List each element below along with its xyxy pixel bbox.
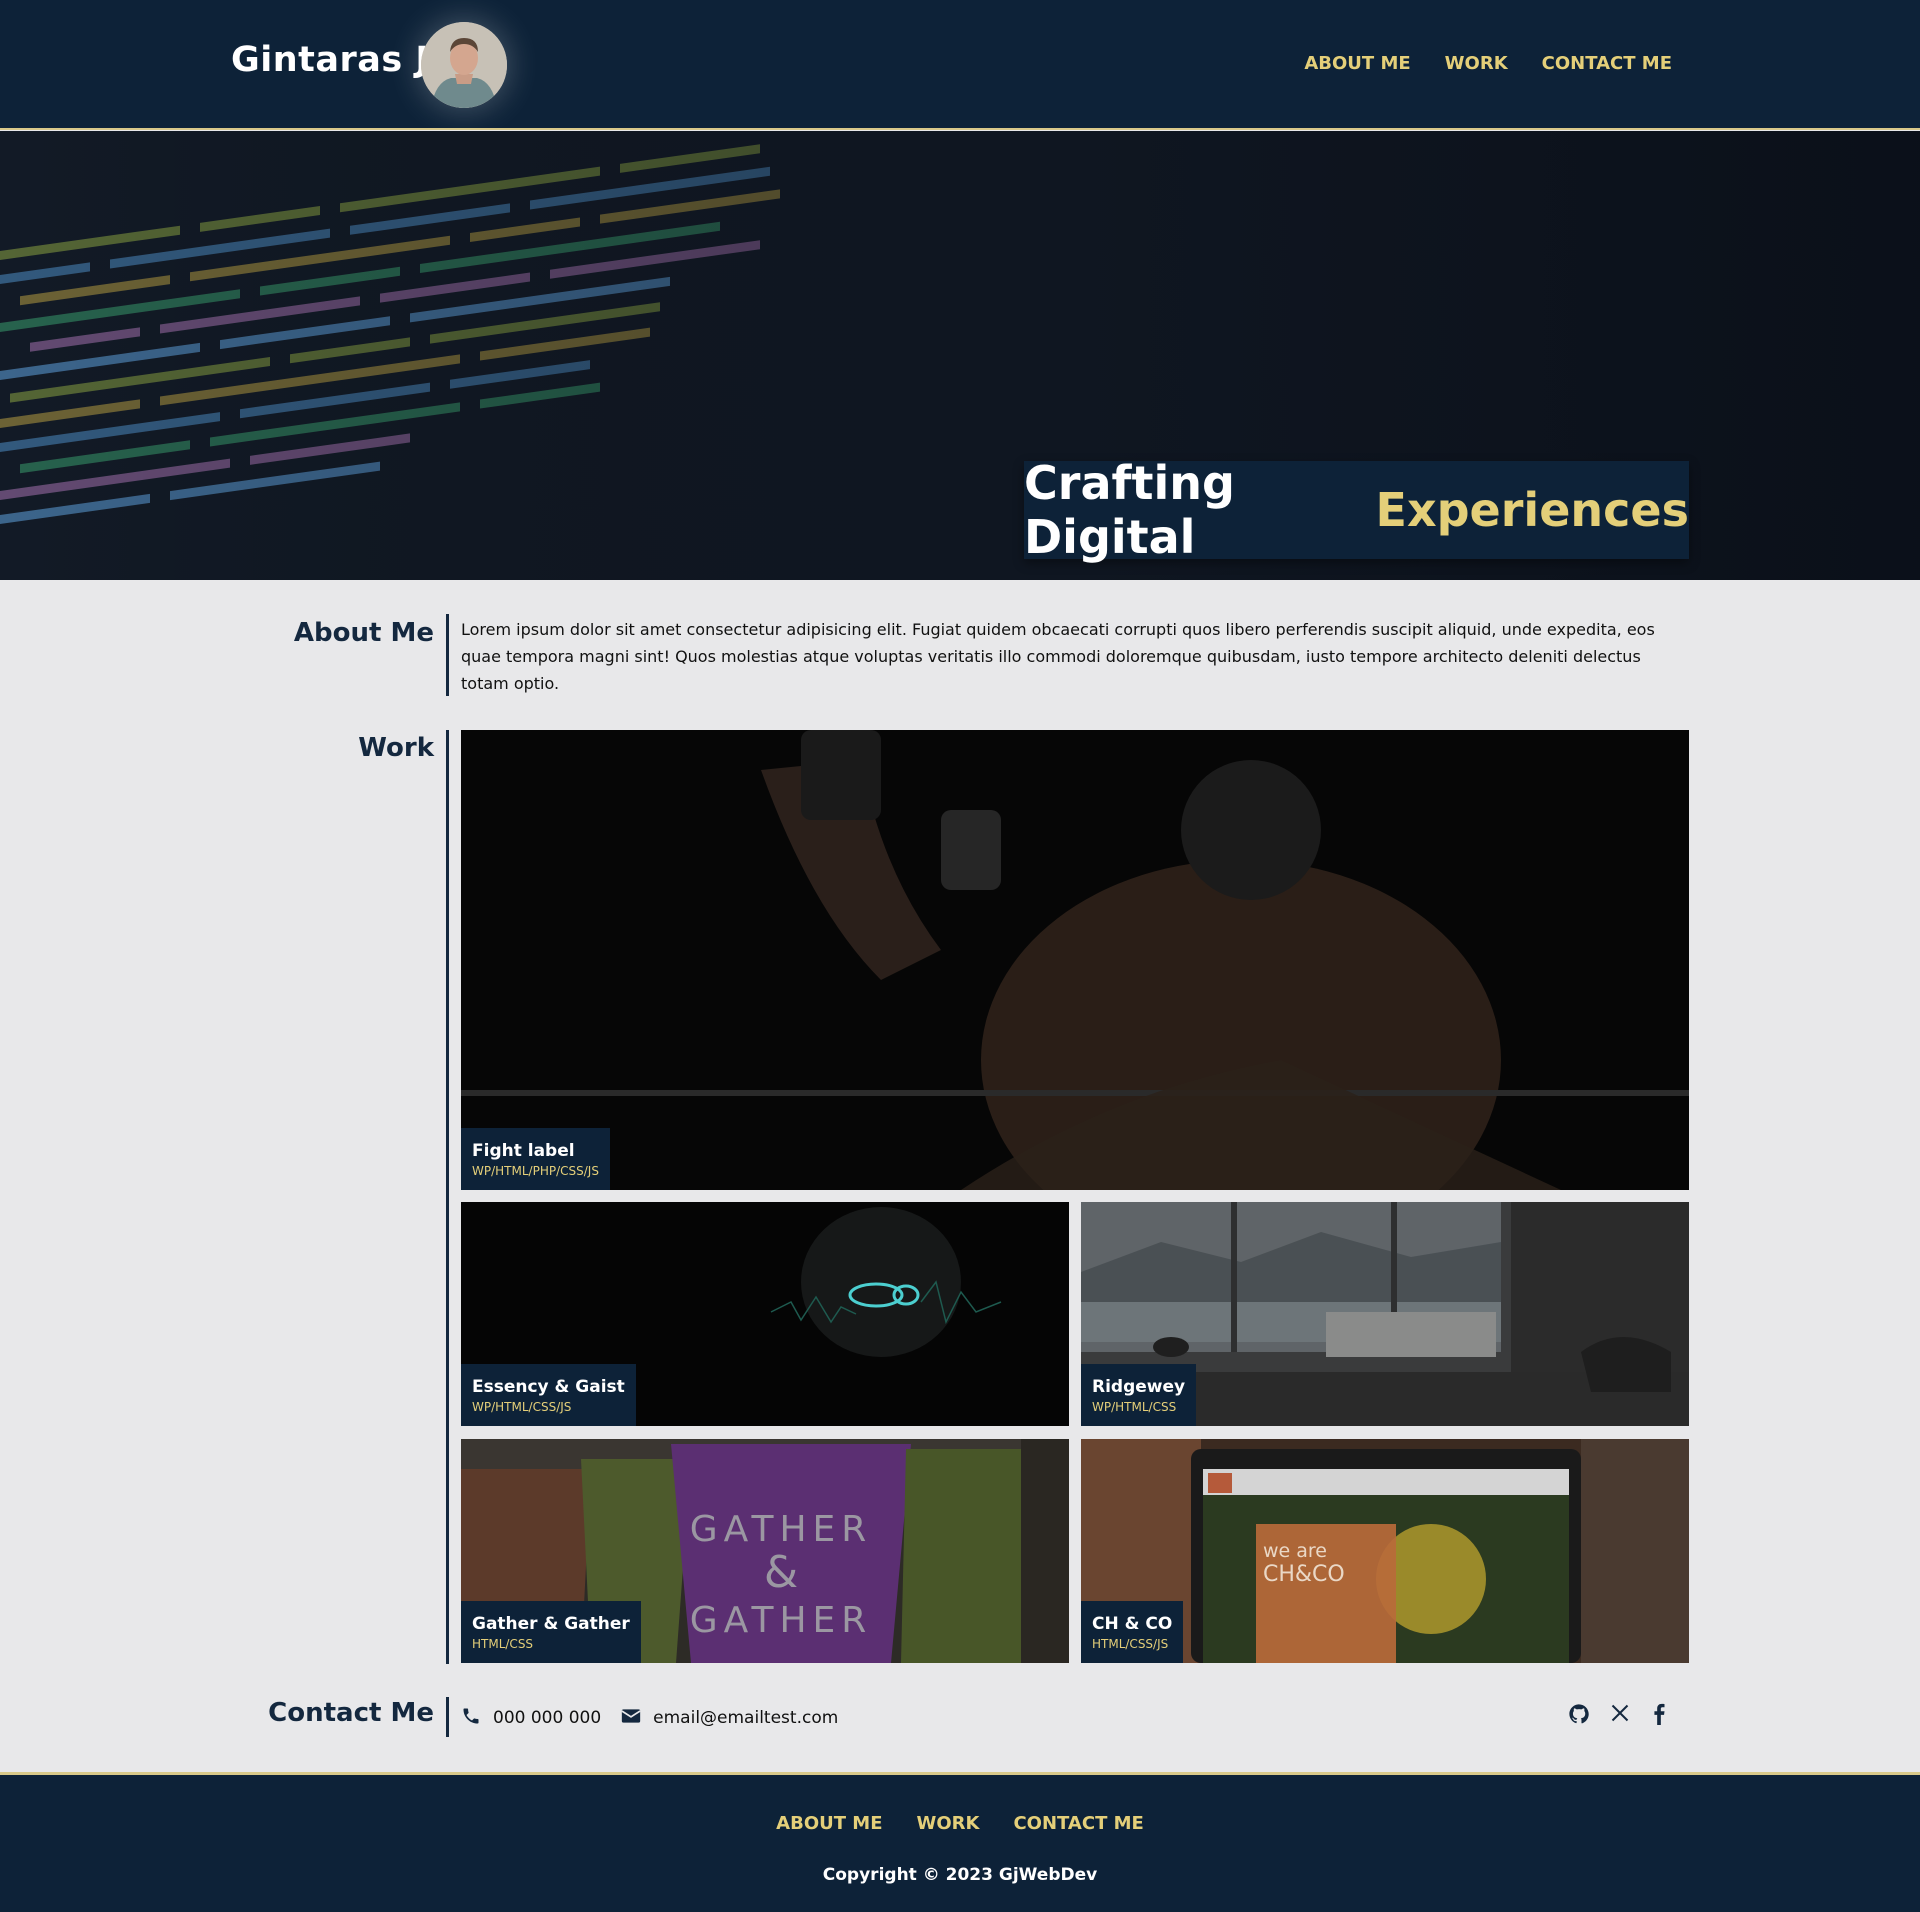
- gather-artwork-line-1: GATHER: [690, 1509, 873, 1550]
- footer-nav: ABOUT ME WORK CONTACT ME: [0, 1813, 1920, 1834]
- nav-contact-me[interactable]: CONTACT ME: [1542, 53, 1672, 74]
- contact-details: 000 000 000 email@emailtest.com: [461, 1700, 846, 1736]
- project-label: CH & CO HTML/CSS/JS: [1081, 1601, 1184, 1663]
- ch-co-artwork-tagline: we are: [1263, 1540, 1327, 1562]
- project-tech: HTML/CSS: [472, 1637, 534, 1651]
- work-divider: [446, 730, 449, 1664]
- project-name: CH & CO: [1092, 1614, 1173, 1634]
- github-icon[interactable]: [1568, 1703, 1592, 1727]
- project-tech: WP/HTML/CSS: [1092, 1400, 1177, 1414]
- project-tech: HTML/CSS/JS: [1092, 1637, 1169, 1651]
- email-address: email@emailtest.com: [653, 1708, 839, 1728]
- site-header: Gintaras J ABOUT ME WORK CONTACT ME: [0, 0, 1920, 130]
- project-card-fight-label[interactable]: Fight label WP/HTML/PHP/CSS/JS: [461, 730, 1689, 1190]
- facebook-icon[interactable]: [1652, 1703, 1676, 1727]
- footer-nav-about-me[interactable]: ABOUT ME: [776, 1813, 882, 1834]
- fight-label-thumbnail: [461, 730, 1689, 1190]
- project-card-ridgewey[interactable]: Ridgewey WP/HTML/CSS: [1081, 1202, 1689, 1426]
- project-name: Gather & Gather: [472, 1614, 630, 1634]
- contact-divider: [446, 1697, 449, 1737]
- footer-nav-work[interactable]: WORK: [917, 1813, 980, 1834]
- contact-phone[interactable]: 000 000 000: [461, 1706, 601, 1731]
- phone-icon: [461, 1706, 481, 1731]
- hero-title-accent: Experiences: [1375, 483, 1689, 537]
- gather-artwork-ampersand: &: [764, 1547, 798, 1598]
- project-name: Fight label: [472, 1141, 575, 1161]
- x-icon[interactable]: [1610, 1703, 1634, 1727]
- project-name: Essency & Gaist: [472, 1377, 625, 1397]
- copyright-text: Copyright © 2023 GjWebDev: [822, 1865, 1098, 1885]
- project-label: Essency & Gaist WP/HTML/CSS/JS: [461, 1364, 636, 1426]
- project-label: Ridgewey WP/HTML/CSS: [1081, 1364, 1197, 1426]
- social-links: [1568, 1703, 1676, 1727]
- nav-about-me[interactable]: ABOUT ME: [1304, 53, 1410, 74]
- project-name: Ridgewey: [1092, 1377, 1186, 1397]
- project-label: Fight label WP/HTML/PHP/CSS/JS: [461, 1128, 610, 1190]
- project-card-essency-gaist[interactable]: Essency & Gaist WP/HTML/CSS/JS: [461, 1202, 1069, 1426]
- nav-work[interactable]: WORK: [1445, 53, 1508, 74]
- envelope-icon: [621, 1707, 641, 1730]
- work-section-title: Work: [358, 733, 434, 763]
- about-text: Lorem ipsum dolor sit amet consectetur a…: [461, 620, 1655, 693]
- project-tech: WP/HTML/PHP/CSS/JS: [472, 1164, 599, 1178]
- contact-email[interactable]: email@emailtest.com: [621, 1707, 838, 1730]
- hero-title: Crafting Digital Experiences: [1024, 456, 1689, 564]
- site-footer: ABOUT ME WORK CONTACT ME Copyright © 202…: [0, 1772, 1920, 1912]
- brand-name[interactable]: Gintaras J: [231, 40, 429, 80]
- contact-section-title: Contact Me: [268, 1698, 434, 1728]
- project-card-ch-co[interactable]: we are CH&CO CH & CO HTML/CSS/JS: [1081, 1439, 1689, 1663]
- phone-number: 000 000 000: [493, 1708, 602, 1728]
- project-tech: WP/HTML/CSS/JS: [472, 1400, 572, 1414]
- hero-title-main: Crafting Digital: [1024, 456, 1235, 564]
- about-section-title: About Me: [293, 618, 434, 648]
- footer-nav-contact-me[interactable]: CONTACT ME: [1013, 1813, 1143, 1834]
- ch-co-artwork-brand: CH&CO: [1263, 1562, 1345, 1587]
- profile-avatar: [421, 22, 507, 108]
- project-card-gather-gather[interactable]: GATHER & GATHER Gather & Gather HTML/CSS: [461, 1439, 1069, 1663]
- gather-artwork-line-2: GATHER: [690, 1600, 873, 1641]
- header-nav: ABOUT ME WORK CONTACT ME: [1304, 53, 1672, 74]
- about-divider: [446, 614, 449, 696]
- hero-banner: Crafting Digital Experiences: [0, 131, 1920, 580]
- project-label: Gather & Gather HTML/CSS: [461, 1601, 641, 1663]
